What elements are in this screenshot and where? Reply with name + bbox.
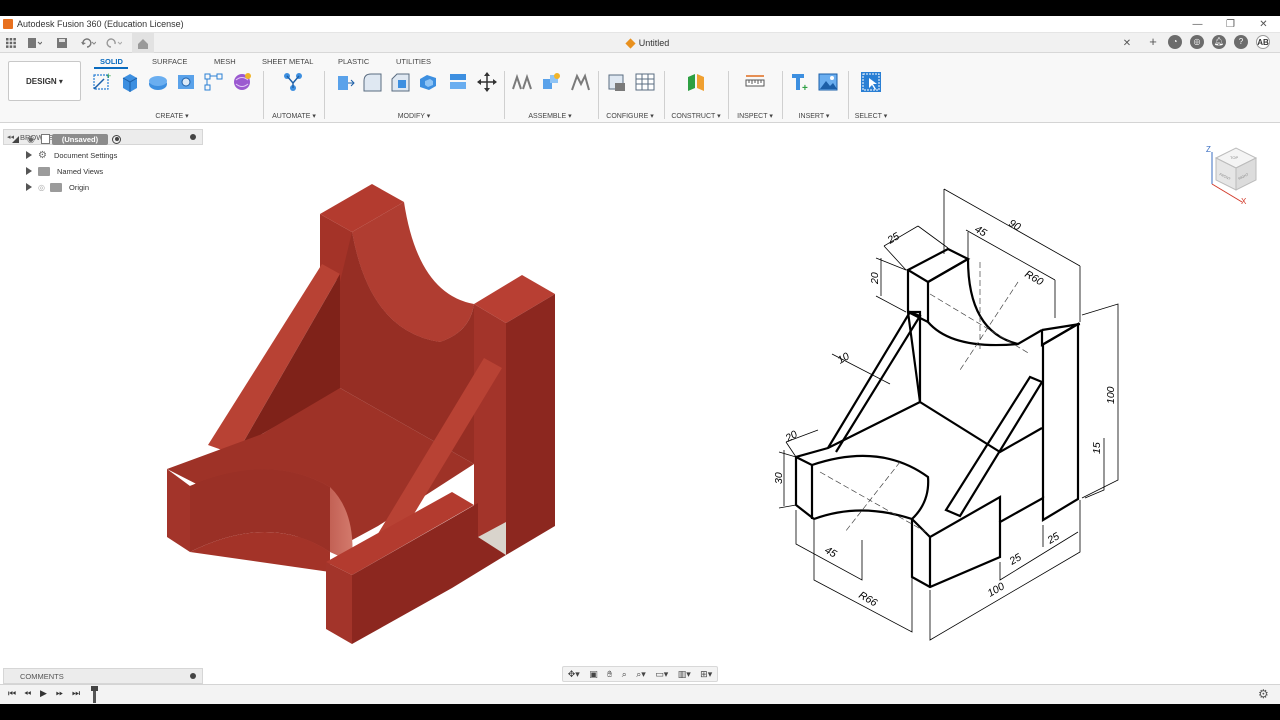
dim-25-a-label: 25 [1007,551,1024,568]
zoom-icon[interactable]: ⌕▾ [636,669,646,680]
timeline-forward-icon[interactable]: ⏩︎ [56,688,63,699]
comments-panel-header[interactable]: COMMENTS [3,668,203,684]
fusion-app-window: Autodesk Fusion 360 (Education License) … [0,16,1280,704]
viewcube[interactable]: Z X TOP FRONT RIGHT [1206,140,1262,206]
timeline-play-icon[interactable]: ▶︎ [40,688,47,699]
dim-25-b-label: 25 [1045,530,1062,547]
isometric-drawing: 90 45 25 20 R60 10 100 15 20 30 45 R66 1… [773,188,1119,641]
timeline-end-icon[interactable]: ⏭︎ [72,688,80,699]
viewports-icon[interactable]: ⊞▾ [700,669,712,680]
dim-r66-label: R66 [857,589,880,609]
dim-20-top-label: 20 [869,272,881,285]
timeline-start-icon[interactable]: ⏮︎ [8,688,16,699]
timeline-back-icon[interactable]: ⏪︎ [24,688,31,699]
viewcube-axis-z: Z [1206,145,1211,154]
navigation-bar: ✥▾ ▣ ✋︎ ⌕ ⌕▾ ▭▾ ▥▾ ⊞▾ [562,666,718,682]
dim-15-label: 15 [1091,442,1103,454]
dim-30-label: 30 [773,472,785,484]
timeline-bar: ⏮︎ ⏪︎ ▶︎ ⏩︎ ⏭︎ ⚙ [0,684,1280,704]
pan-icon[interactable]: ✋︎ [607,669,612,680]
dim-20-left-label: 20 [783,428,800,445]
dim-r60-label: R60 [1023,268,1046,288]
viewcube-axis-x: X [1241,197,1247,206]
dim-10-label: 10 [836,350,852,366]
dim-100-right-label: 100 [1105,386,1117,404]
display-settings-icon[interactable]: ▭▾ [655,669,668,680]
comments-title: COMMENTS [20,671,64,681]
dim-90-label: 90 [1007,217,1023,233]
dim-45-bottom-label: 45 [823,544,839,560]
viewcube-face-top: TOP [1230,155,1238,160]
orbit-icon[interactable]: ✥▾ [568,669,580,680]
look-at-icon[interactable]: ▣ [589,669,598,680]
timeline-marker-head[interactable] [91,686,98,691]
comments-pin-icon[interactable] [190,673,196,679]
3d-model[interactable] [167,184,555,644]
canvas-viewport[interactable]: 90 45 25 20 R60 10 100 15 20 30 45 R66 1… [0,16,1280,704]
grid-settings-icon[interactable]: ▥▾ [678,669,691,680]
timeline-settings-gear-icon[interactable]: ⚙ [1258,687,1269,701]
zoom-window-icon[interactable]: ⌕ [622,669,627,680]
dim-45-top-label: 45 [973,223,989,239]
